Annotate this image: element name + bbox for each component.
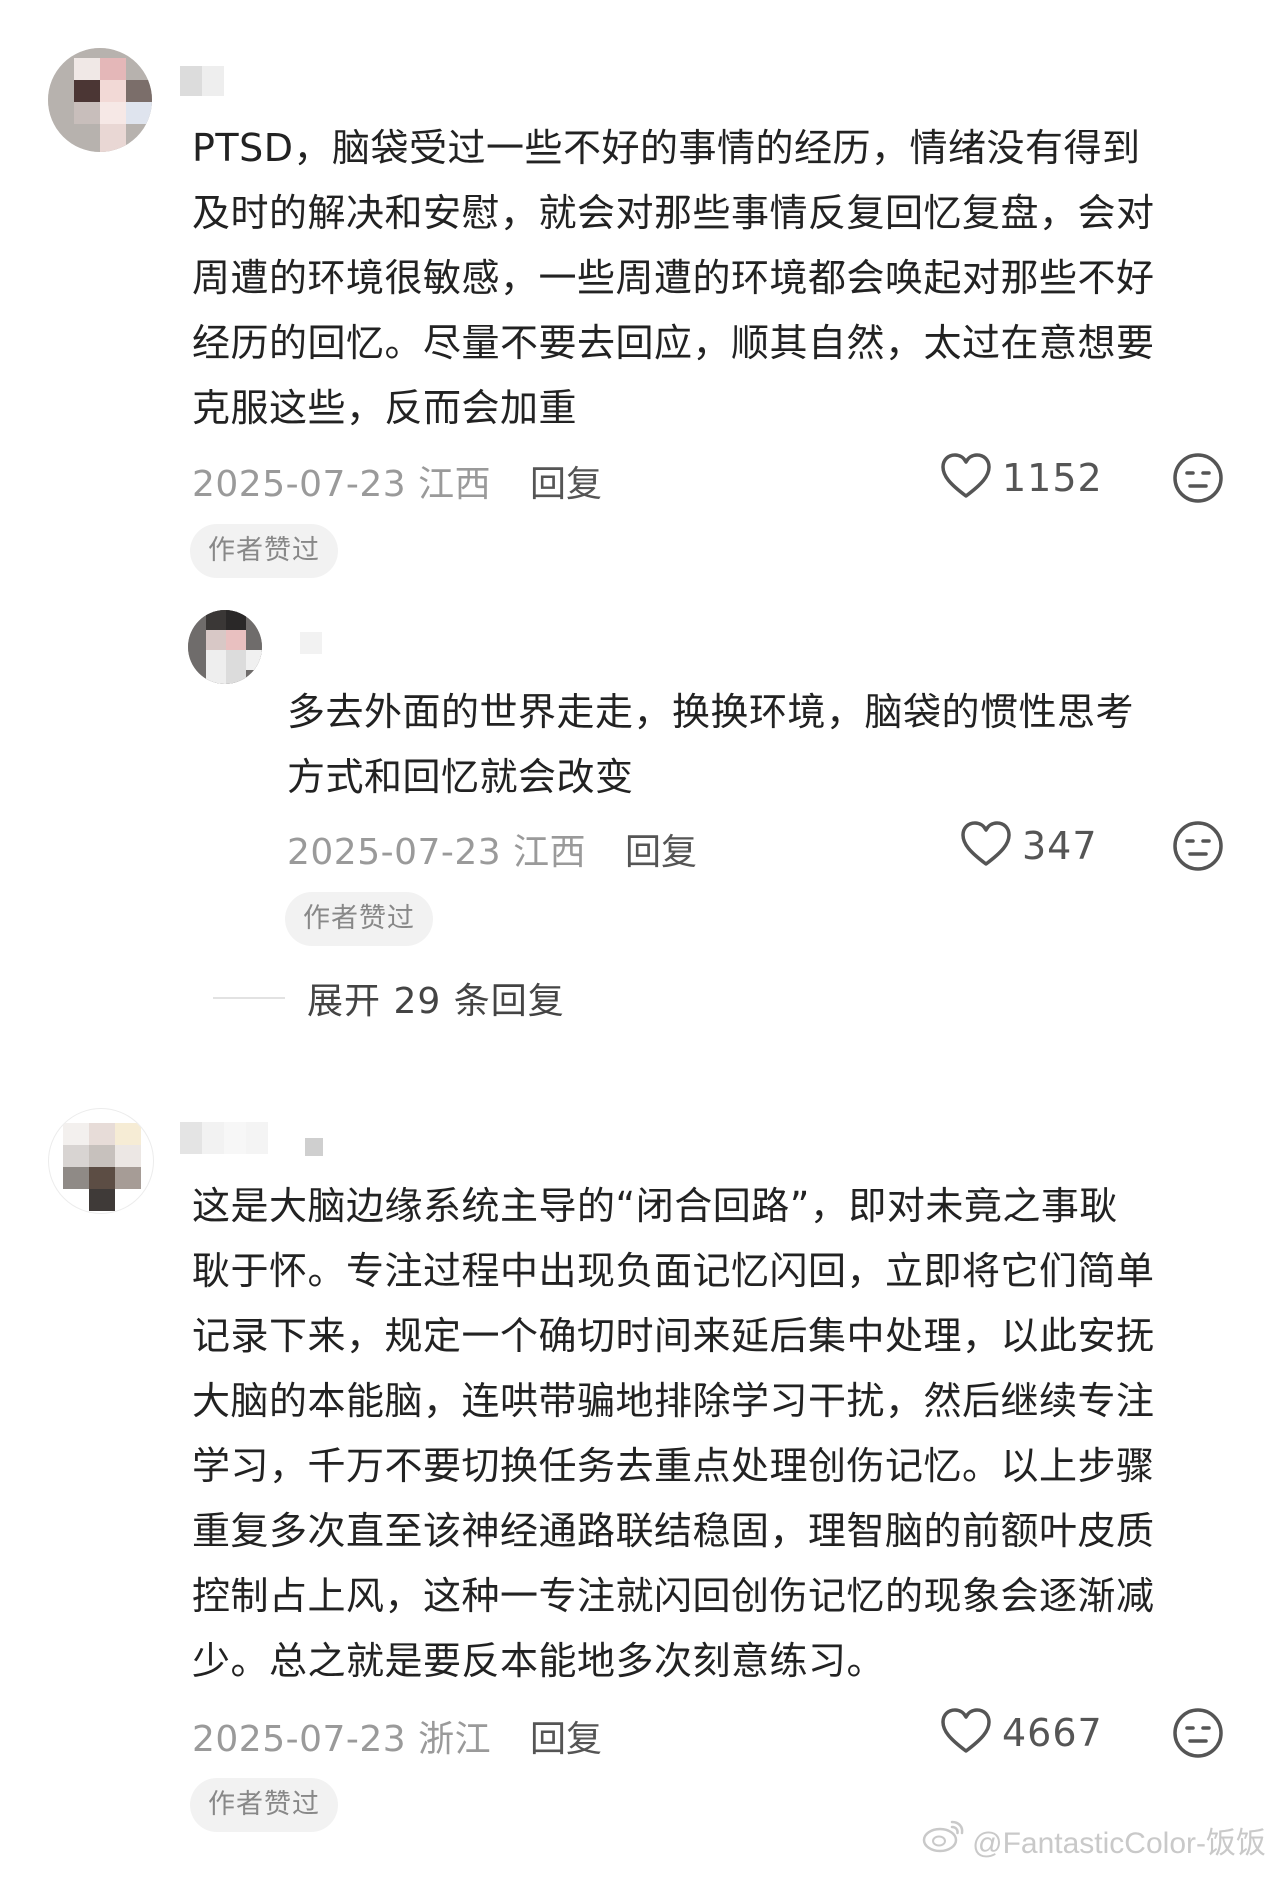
like-button[interactable]: 4667 [940, 1707, 1103, 1759]
divider-line [213, 997, 285, 999]
weibo-logo-icon [922, 1818, 966, 1862]
avatar[interactable] [48, 48, 152, 152]
like-button[interactable]: 1152 [940, 452, 1103, 504]
username-blurred[interactable] [300, 628, 330, 658]
neutral-face-icon[interactable] [1172, 820, 1224, 876]
expand-replies-button[interactable]: 展开 29 条回复 [213, 972, 565, 1024]
username-blurred[interactable] [180, 1118, 340, 1162]
like-button[interactable]: 347 [960, 820, 1098, 872]
comment-text: 这是大脑边缘系统主导的“闭合回路”，即对未竟之事耿 耿于怀。专注过程中出现负面记… [192, 1184, 1155, 1683]
like-count: 4667 [1002, 1711, 1103, 1755]
comment-date-location: 2025-07-23 浙江 [192, 1719, 492, 1760]
watermark-text: @FantasticColor-饭饭 [972, 1827, 1266, 1860]
expand-replies-label: 展开 29 条回复 [307, 981, 565, 1022]
watermark: @FantasticColor-饭饭 [922, 1818, 1266, 1862]
avatar[interactable] [188, 610, 262, 684]
reply-date-location: 2025-07-23 江西 [287, 832, 587, 873]
username-blurred[interactable] [180, 60, 250, 104]
author-liked-badge: 作者赞过 [190, 1778, 338, 1832]
like-count: 347 [1022, 824, 1098, 868]
reply-text: 多去外面的世界走走，换换环境，脑袋的惯性思考 方式和回忆就会改变 [287, 690, 1135, 799]
heart-outline-icon [960, 820, 1012, 872]
reply-button[interactable]: 回复 [530, 1710, 602, 1762]
comment-text: PTSD，脑袋受过一些不好的事情的经历，情绪没有得到 及时的解决和安慰，就会对那… [192, 126, 1155, 430]
heart-outline-icon [940, 1707, 992, 1759]
comment-date-location: 2025-07-23 江西 [192, 464, 492, 505]
reply-button[interactable]: 回复 [625, 823, 697, 875]
author-liked-badge: 作者赞过 [285, 892, 433, 946]
heart-outline-icon [940, 452, 992, 504]
comment-1: PTSD，脑袋受过一些不好的事情的经历，情绪没有得到 及时的解决和安慰，就会对那… [0, 0, 1284, 578]
neutral-face-icon[interactable] [1172, 1707, 1224, 1763]
like-count: 1152 [1002, 456, 1103, 500]
reply-button[interactable]: 回复 [530, 455, 602, 507]
neutral-face-icon[interactable] [1172, 452, 1224, 508]
avatar[interactable] [48, 1108, 154, 1214]
author-liked-badge: 作者赞过 [190, 524, 338, 578]
